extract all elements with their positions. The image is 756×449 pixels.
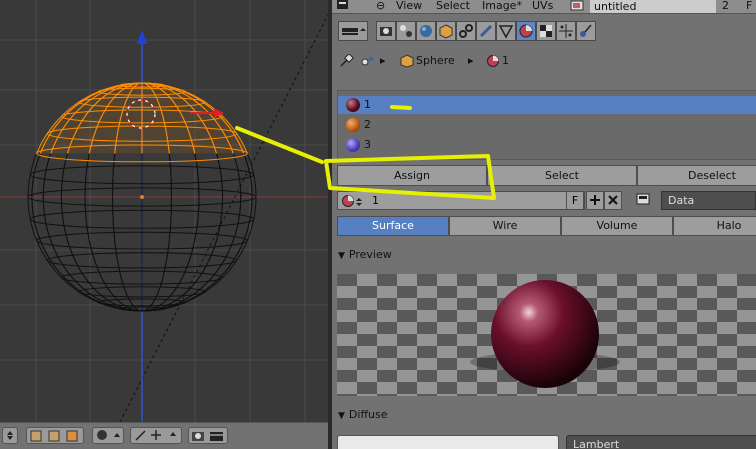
viewport-header [0, 422, 328, 449]
material-ball-icon [346, 98, 360, 112]
3d-viewport[interactable] [0, 0, 328, 449]
material-ball-icon [346, 138, 360, 152]
preview-panel-header[interactable]: ▼ Preview [332, 244, 756, 266]
collapse-triangle-icon: ▼ [338, 411, 345, 421]
material-slot-1[interactable]: 1 [338, 96, 756, 114]
x-icon[interactable] [604, 191, 622, 210]
panel-title: Diffuse [348, 408, 388, 421]
manipulator-buttons[interactable] [130, 427, 182, 444]
tab-halo[interactable]: Halo [673, 216, 756, 236]
material-slot-2[interactable]: 2 [338, 116, 756, 134]
material-slot-label: 1 [364, 98, 371, 111]
render-buttons[interactable] [188, 427, 228, 444]
physics-tab-icon[interactable] [576, 21, 596, 41]
material-slot-3[interactable]: 3 [338, 136, 756, 154]
material-icon [486, 54, 500, 71]
data-tab-icon[interactable] [496, 21, 516, 41]
properties-editor: ⊖ View Select Image* UVs untitled 2 F ▸ … [332, 0, 756, 449]
image-editor-header: ⊖ View Select Image* UVs untitled 2 F [332, 0, 756, 14]
viewport-canvas [0, 0, 328, 423]
image-name-field[interactable]: untitled [590, 0, 716, 13]
scene-tab-icon[interactable] [396, 21, 416, 41]
menu-view[interactable]: View [396, 0, 422, 12]
deselect-button[interactable]: Deselect [637, 165, 756, 186]
tab-surface[interactable]: Surface [337, 216, 449, 236]
assign-button[interactable]: Assign [337, 165, 487, 186]
object-tab-icon[interactable] [436, 21, 456, 41]
world-tab-icon[interactable] [416, 21, 436, 41]
editor-type-icon[interactable] [2, 427, 18, 444]
material-ball-icon [346, 118, 360, 132]
material-name[interactable]: 1 [372, 194, 379, 207]
material-preview [337, 274, 756, 396]
menu-uvs[interactable]: UVs [532, 0, 553, 12]
panel-title: Preview [348, 248, 392, 261]
tab-wire[interactable]: Wire [449, 216, 561, 236]
material-tab-icon[interactable] [516, 21, 536, 41]
constraints-tab-icon[interactable] [456, 21, 476, 41]
fake-user-button[interactable]: F [746, 0, 752, 12]
material-slot-label: 3 [364, 138, 371, 151]
material-browse-icon[interactable] [341, 194, 365, 211]
material-datablock-field[interactable]: 1 [337, 191, 585, 210]
editor-type-icon[interactable] [336, 0, 350, 14]
diffuse-shader-dropdown[interactable]: Lambert [566, 435, 756, 449]
texture-tab-icon[interactable] [536, 21, 556, 41]
pin-icon[interactable] [338, 53, 354, 71]
select-mode-buttons[interactable] [26, 427, 84, 444]
plus-icon[interactable] [586, 191, 604, 210]
collapse-menu-icon[interactable]: ⊖ [376, 0, 385, 12]
material-slot-label: 2 [364, 118, 371, 131]
menu-select[interactable]: Select [436, 0, 470, 12]
image-browse-icon[interactable] [570, 0, 588, 12]
image-user-count[interactable]: 2 [722, 0, 729, 12]
properties-context-tabs [332, 14, 756, 46]
breadcrumb-material[interactable]: 1 [502, 54, 509, 67]
tab-volume[interactable]: Volume [561, 216, 673, 236]
pivot-point-dropdown[interactable] [92, 427, 124, 444]
scene-icon [360, 54, 376, 71]
diffuse-panel-header[interactable]: ▼ Diffuse [332, 404, 756, 426]
breadcrumb: ▸ Sphere ▸ 1 [332, 46, 756, 76]
material-slot-list[interactable]: 1 2 3 [337, 90, 756, 160]
render-tab-icon[interactable] [376, 21, 396, 41]
chevron-right-icon: ▸ [468, 54, 474, 67]
link-type-icon[interactable] [634, 191, 654, 210]
select-button[interactable]: Select [487, 165, 637, 186]
breadcrumb-object[interactable]: Sphere [416, 54, 455, 67]
menu-image[interactable]: Image* [482, 0, 522, 12]
particles-tab-icon[interactable] [556, 21, 576, 41]
chevron-right-icon: ▸ [380, 54, 386, 67]
link-dropdown[interactable]: Data [661, 191, 756, 210]
fake-user-button[interactable]: F [566, 191, 584, 210]
editor-type-icon[interactable] [338, 21, 368, 41]
cube-icon [400, 54, 414, 71]
collapse-triangle-icon: ▼ [338, 251, 345, 261]
modifiers-tab-icon[interactable] [476, 21, 496, 41]
diffuse-color-swatch[interactable] [337, 435, 559, 449]
